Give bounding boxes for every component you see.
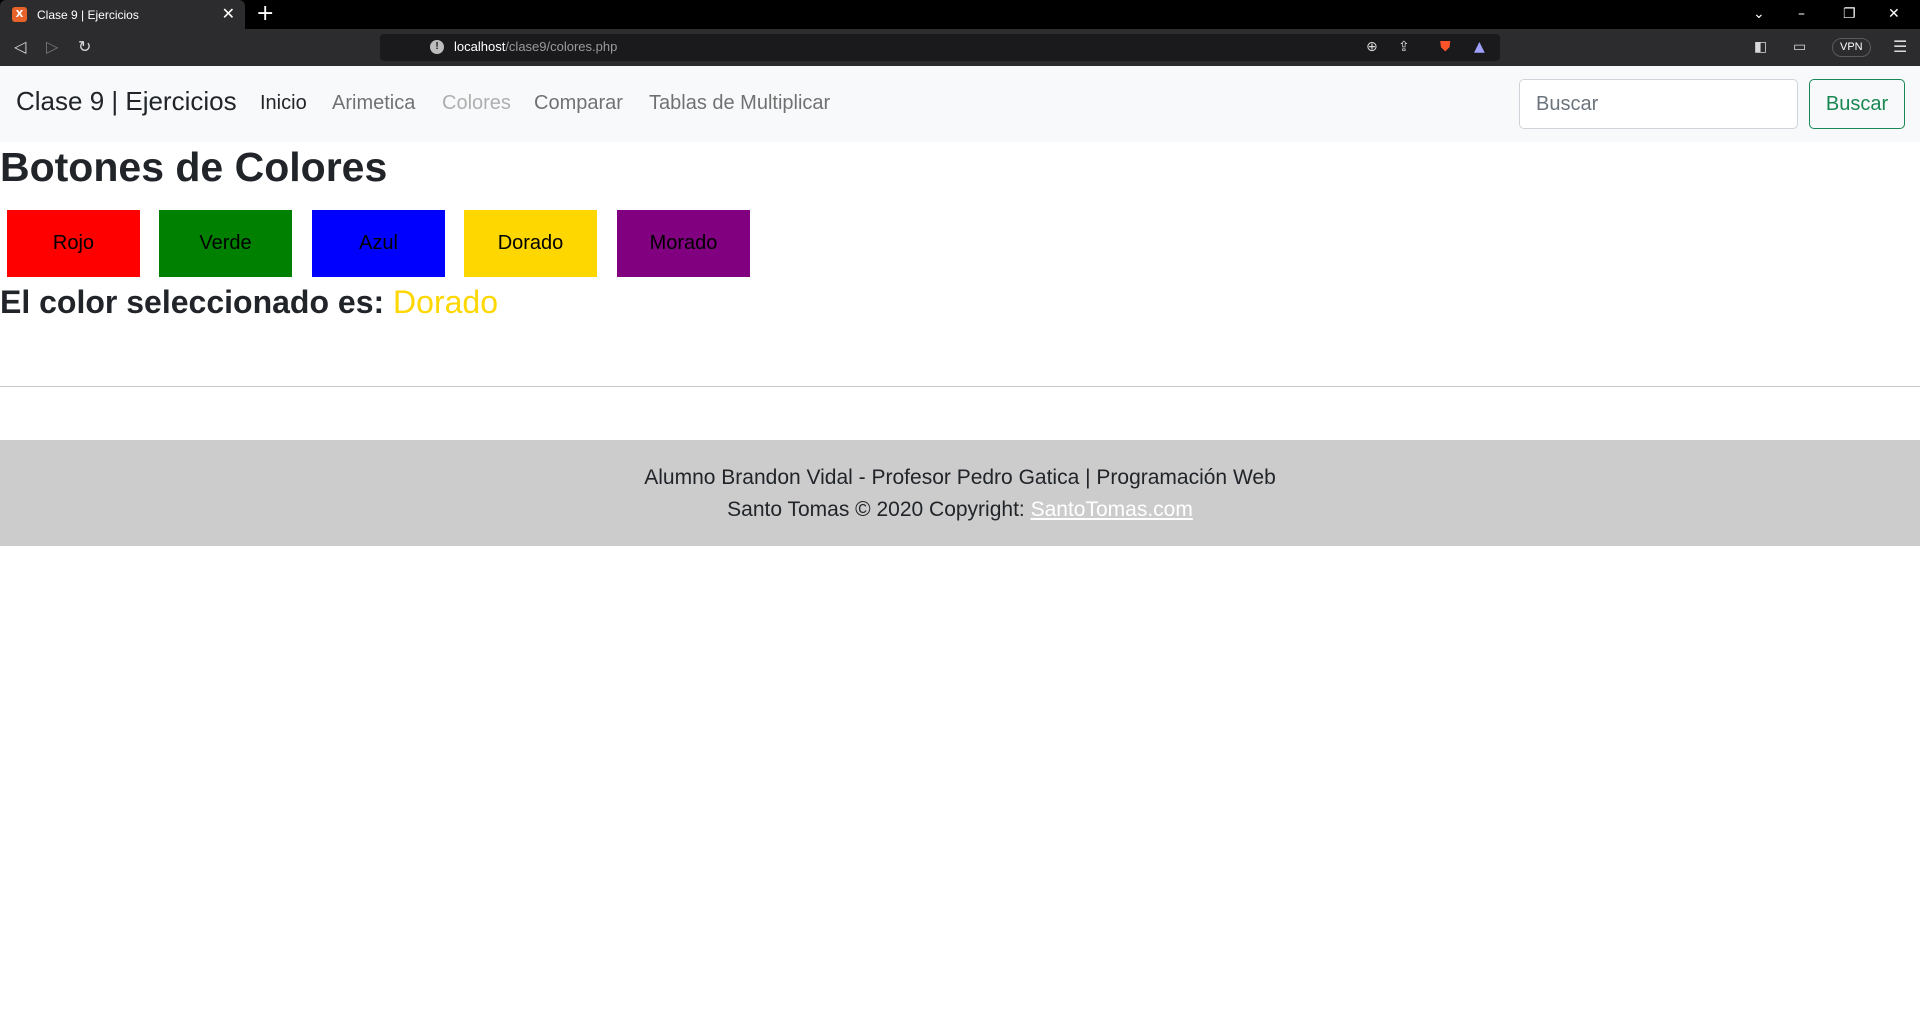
color-button-azul[interactable]: Azul	[312, 210, 445, 277]
menu-icon[interactable]: ☰	[1893, 37, 1907, 57]
browser-toolbar: ◁ ▷ ↻ ⎕ ! localhost/clase9/colores.php ⊕…	[0, 29, 1920, 66]
tab-search-chevron-icon[interactable]: ⌄	[1753, 3, 1765, 25]
sidebar-icon[interactable]: ◧	[1754, 37, 1767, 57]
navbar: Clase 9 | Ejercicios Inicio Arimetica Co…	[0, 66, 1920, 142]
browser-tab-strip: X Clase 9 | Ejercicios ✕ + ⌄ – ❐ ✕	[0, 0, 1920, 29]
brave-rewards-icon[interactable]: ▲	[1474, 37, 1485, 57]
url-path: /clase9/colores.php	[505, 39, 618, 54]
address-bar[interactable]: ! localhost/clase9/colores.php ⊕ ⇪ ⛊ ▲	[380, 34, 1500, 61]
nav-link-colores[interactable]: Colores	[442, 92, 511, 115]
footer-link-santotomas[interactable]: SantoTomas.com	[1031, 498, 1193, 521]
url-host: localhost	[454, 39, 506, 54]
vpn-button[interactable]: VPN	[1832, 38, 1871, 57]
brave-shield-icon[interactable]: ⛊	[1440, 37, 1451, 57]
tab-title: Clase 9 | Ejercicios	[37, 7, 139, 22]
browser-tab[interactable]: X Clase 9 | Ejercicios ✕	[0, 0, 245, 29]
nav-link-tablas-de-multiplicar[interactable]: Tablas de Multiplicar	[649, 92, 830, 115]
close-window-icon[interactable]: ✕	[1888, 3, 1900, 25]
color-button-verde[interactable]: Verde	[159, 210, 292, 277]
site-info-icon[interactable]: !	[430, 40, 444, 54]
color-button-rojo[interactable]: Rojo	[7, 210, 140, 277]
minimize-icon[interactable]: –	[1798, 3, 1805, 25]
restore-icon[interactable]: ❐	[1843, 3, 1856, 25]
zoom-icon[interactable]: ⊕	[1366, 37, 1378, 57]
search-button[interactable]: Buscar	[1809, 79, 1905, 129]
reload-icon[interactable]: ↻	[78, 37, 91, 57]
nav-link-inicio[interactable]: Inicio	[260, 92, 307, 115]
search-input[interactable]	[1519, 79, 1798, 129]
selected-color-label: El color seleccionado es:	[0, 284, 385, 320]
selected-color-line: El color seleccionado es: Dorado	[0, 284, 498, 321]
back-arrow-icon[interactable]: ◁	[14, 37, 26, 57]
selected-color-value: Dorado	[393, 284, 498, 320]
new-tab-icon[interactable]: +	[256, 2, 274, 26]
color-button-morado[interactable]: Morado	[617, 210, 750, 277]
footer-credits: Alumno Brandon Vidal - Profesor Pedro Ga…	[644, 466, 1276, 489]
page-content: Clase 9 | Ejercicios Inicio Arimetica Co…	[0, 66, 1920, 1033]
share-icon[interactable]: ⇪	[1398, 37, 1410, 57]
color-button-dorado[interactable]: Dorado	[464, 210, 597, 277]
navbar-brand[interactable]: Clase 9 | Ejercicios	[16, 86, 237, 117]
divider	[0, 386, 1920, 387]
xampp-favicon-icon: X	[12, 7, 27, 22]
nav-link-comparar[interactable]: Comparar	[534, 92, 623, 115]
wallet-icon[interactable]: ▭	[1793, 37, 1806, 57]
footer-copyright: Santo Tomas © 2020 Copyright: SantoTomas…	[0, 498, 1920, 522]
url-text: localhost/clase9/colores.php	[454, 39, 617, 54]
forward-arrow-icon[interactable]: ▷	[46, 37, 58, 57]
page-title: Botones de Colores	[0, 144, 388, 190]
close-tab-icon[interactable]: ✕	[222, 5, 235, 23]
footer: Alumno Brandon Vidal - Profesor Pedro Ga…	[0, 440, 1920, 546]
nav-link-arimetica[interactable]: Arimetica	[332, 92, 415, 115]
footer-copyright-text: Santo Tomas © 2020 Copyright:	[727, 498, 1025, 521]
